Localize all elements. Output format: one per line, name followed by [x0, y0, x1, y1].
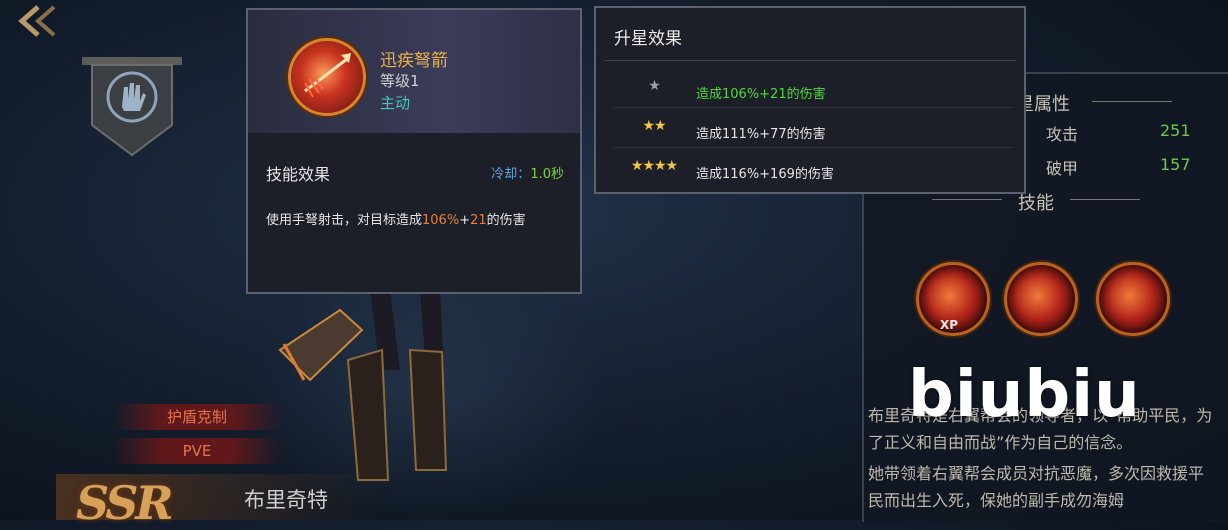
divider	[1070, 199, 1140, 200]
desc-flat: 21	[470, 213, 487, 228]
stat-attack-value: 251	[1160, 121, 1191, 140]
desc-plus: +	[459, 213, 471, 228]
star-icon: ★	[648, 78, 661, 94]
skill-level: 等级1	[380, 72, 420, 90]
back-arrow-icon[interactable]	[14, 4, 64, 38]
divider	[932, 199, 1002, 200]
bio-paragraph: 她带领着右翼帮会成员对抗恶魔，多次因救援平民而出生入死，保她的副手成勿海姆	[868, 464, 1205, 510]
skill-detail-popup: 迅疾弩箭 等级1 主动 技能效果 冷却：1.0秒 使用手弩射击，对目标造成106…	[246, 8, 582, 294]
guild-banner-icon	[80, 55, 184, 160]
watermark-logo: biubiu	[908, 358, 1141, 432]
stat-attack-label: 攻击	[1046, 125, 1079, 144]
hero-tag-pve: PVE	[112, 438, 282, 464]
star-row: ★ 造成106%+21的伤害	[596, 70, 1024, 108]
divider	[1092, 101, 1172, 102]
star-row: ★★ 造成111%+77的伤害	[596, 110, 1024, 148]
cooldown: 冷却：1.0秒	[491, 163, 564, 182]
desc-percent: 106%	[422, 213, 460, 228]
effect-description: 使用手弩射击，对目标造成106%+21的伤害	[266, 209, 526, 228]
skill-crossbow-icon[interactable]	[1004, 262, 1078, 336]
effect-title: 技能效果	[266, 165, 331, 184]
stat-armor-break-label: 破甲	[1046, 159, 1079, 178]
star-row: ★★★★ 造成116%+169的伤害	[596, 150, 1024, 188]
star-effect-text: 造成116%+169的伤害	[696, 167, 834, 182]
hero-tag-shield: 护盾克制	[112, 404, 282, 430]
stat-armor-break-value: 157	[1160, 155, 1191, 174]
skill-flame-icon[interactable]	[1096, 262, 1170, 336]
star-effect-text: 造成111%+77的伤害	[696, 127, 826, 142]
star-effect-text: 造成106%+21的伤害	[696, 87, 826, 102]
skill-type: 主动	[380, 94, 411, 112]
divider	[614, 107, 1012, 108]
star-icon: ★★	[642, 118, 666, 134]
skill-name: 迅疾弩箭	[380, 51, 448, 71]
cooldown-value: 1.0秒	[530, 167, 564, 182]
desc-suffix: 的伤害	[486, 213, 526, 228]
rarity-badge: SSR	[76, 476, 174, 530]
hero-figure	[270, 290, 470, 520]
divider	[614, 147, 1012, 148]
cooldown-label: 冷却：	[491, 167, 531, 182]
star-icon: ★★★★	[630, 158, 678, 174]
divider	[604, 60, 1016, 61]
crossbow-bolt-icon	[288, 38, 366, 116]
star-upgrade-popup: 升星效果 ★ 造成106%+21的伤害 ★★ 造成111%+77的伤害 ★★★★…	[594, 6, 1026, 194]
desc-prefix: 使用手弩射击，对目标造成	[266, 213, 423, 228]
xp-label: XP	[940, 318, 959, 332]
star-upgrade-title: 升星效果	[614, 29, 682, 49]
